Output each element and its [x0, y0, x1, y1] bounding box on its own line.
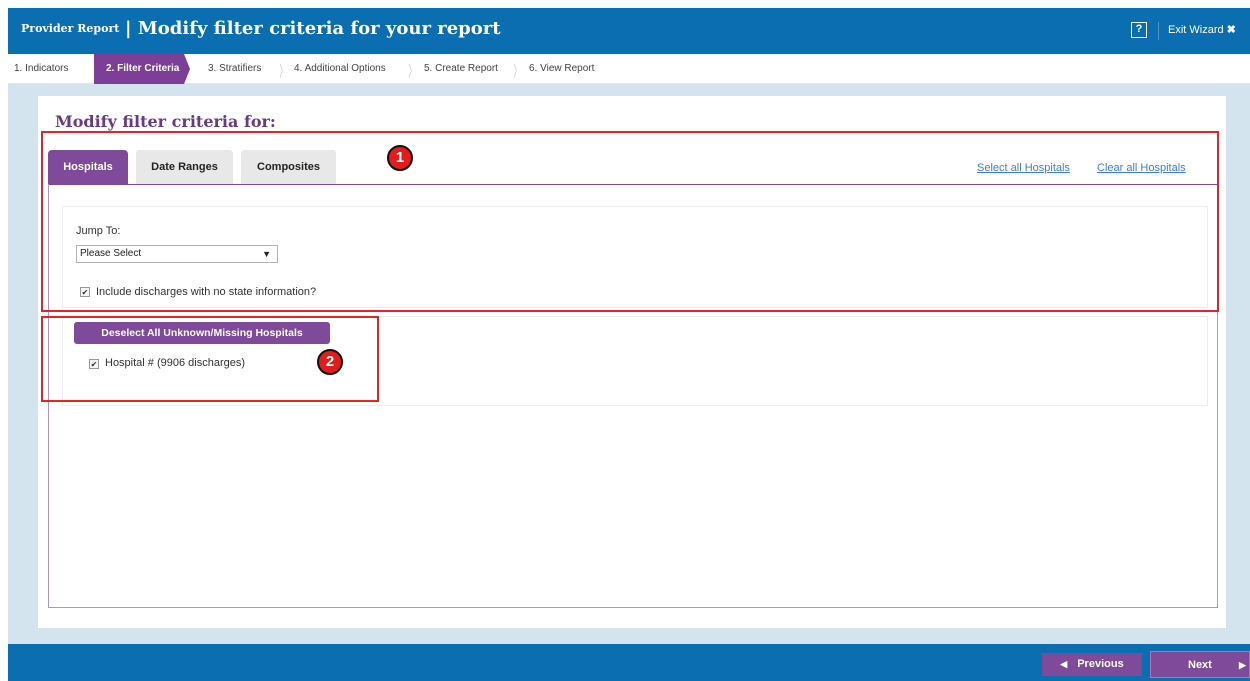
page-title: | Modify filter criteria for your report: [125, 18, 501, 39]
chevron-right-icon: 〉: [279, 63, 288, 80]
next-button[interactable]: Next ▶: [1150, 651, 1250, 678]
chevron-right-icon: 〉: [408, 63, 417, 80]
header-bar: Provider Report | Modify filter criteria…: [8, 8, 1250, 54]
wizard-steps: 1. Indicators 2. Filter Criteria 3. Stra…: [8, 54, 1250, 84]
step-filter-criteria[interactable]: 2. Filter Criteria: [94, 54, 190, 84]
annotation-box-1: [41, 131, 1219, 312]
section-title: Modify filter criteria for:: [55, 112, 276, 131]
report-type-label: Provider Report: [21, 22, 120, 35]
wizard-window: Provider Report | Modify filter criteria…: [0, 0, 1250, 681]
annotation-marker-2: 2: [317, 349, 343, 375]
step-indicators[interactable]: 1. Indicators: [14, 63, 68, 74]
header-divider: [1158, 22, 1159, 40]
chevron-right-icon: 〉: [513, 63, 522, 80]
step-view-report[interactable]: 6. View Report: [529, 63, 594, 74]
step-create-report[interactable]: 5. Create Report: [424, 63, 498, 74]
help-icon[interactable]: ?: [1131, 22, 1147, 38]
annotation-marker-1: 1: [387, 145, 413, 171]
exit-wizard-button[interactable]: Exit Wizard ✖: [1168, 23, 1236, 36]
chevron-left-icon: ◀: [1060, 659, 1068, 669]
previous-button[interactable]: ◀ Previous: [1042, 653, 1142, 676]
step-stratifiers[interactable]: 3. Stratifiers: [208, 63, 261, 74]
close-icon: ✖: [1226, 24, 1236, 36]
chevron-right-icon: ▶: [1239, 660, 1246, 670]
step-additional-options[interactable]: 4. Additional Options: [294, 63, 386, 74]
